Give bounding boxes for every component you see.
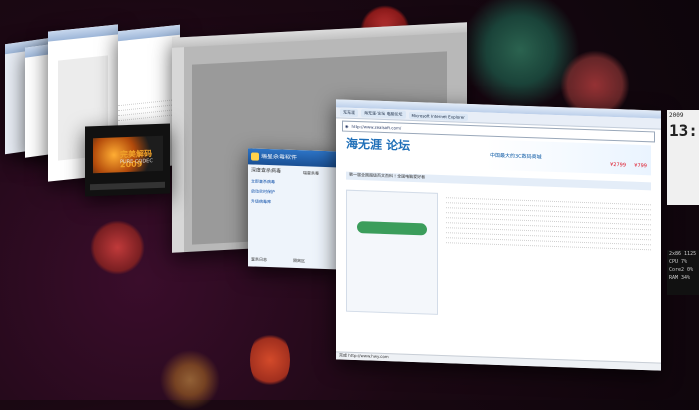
status-text: 完成 http://www.hwy.com bbox=[339, 352, 389, 360]
window-titlebar bbox=[118, 24, 180, 42]
quarantine-link[interactable]: 隔离区 bbox=[293, 258, 305, 264]
sidebar-panel bbox=[346, 189, 438, 315]
globe-icon: ◉ bbox=[345, 123, 349, 129]
status-bar: 完成 http://www.hwy.com bbox=[336, 351, 661, 371]
tools-panel bbox=[172, 47, 184, 253]
banner-price: ¥799 bbox=[634, 162, 647, 170]
panel-title: 瑞星杀毒 bbox=[303, 170, 319, 176]
banner-text: 中国最大的3C数码商城 bbox=[490, 152, 542, 161]
cpu-core2: Core2 0% bbox=[669, 267, 694, 273]
cpu-res: 2x86 1125 bbox=[669, 251, 697, 257]
window-titlebar bbox=[172, 22, 467, 48]
window-media-player[interactable]: 完美解码 2009 PURE CODEC bbox=[85, 123, 170, 197]
tab-forum[interactable]: 海无涯·论坛 电脑论坛 bbox=[361, 109, 406, 119]
promo-badge[interactable] bbox=[357, 221, 427, 236]
clock-year: 2009 bbox=[669, 112, 684, 119]
site-logo[interactable]: 海无涯 论坛 bbox=[346, 135, 466, 167]
player-subtitle: PURE CODEC bbox=[120, 158, 153, 166]
cpu-core1: CPU 7% bbox=[669, 259, 688, 265]
tab-other[interactable]: Microsoft Internet Explorer bbox=[408, 111, 468, 121]
window-titlebar bbox=[48, 24, 118, 42]
player-controls[interactable] bbox=[90, 181, 165, 191]
window-security-app[interactable]: 瑞星杀毒软件 深度查杀病毒 立即查杀病毒 启动实时保护 升级病毒库 瑞星杀毒 查… bbox=[248, 148, 343, 270]
banner-price: ¥2799 bbox=[610, 161, 626, 169]
log-link[interactable]: 查杀日志 bbox=[251, 256, 267, 263]
thread-list bbox=[446, 193, 651, 320]
background-circle bbox=[250, 330, 290, 390]
clock-time: 13: bbox=[669, 121, 698, 140]
window-internet-explorer[interactable]: 无无涯 海无涯·论坛 电脑论坛 Microsoft Internet Explo… bbox=[336, 99, 661, 371]
logo-text: 海无涯 论坛 bbox=[346, 136, 411, 153]
background-swirl bbox=[150, 350, 230, 410]
announcement-text: 第一届全国超级百文百科 ! 全国电脑爱好者 bbox=[349, 171, 426, 180]
sidebar-gadget-cpu[interactable]: 2x86 1125 CPU 7% Core2 0% RAM 34% bbox=[667, 250, 699, 295]
tab-home[interactable]: 无无涯 bbox=[340, 108, 358, 118]
ram-usage: RAM 34% bbox=[669, 275, 691, 281]
address-text: http://www.zealsoft.com/ bbox=[351, 123, 402, 131]
security-title: 瑞星杀毒软件 bbox=[261, 153, 298, 162]
announcement-bar: 第一届全国超级百文百科 ! 全国电脑爱好者 bbox=[346, 171, 651, 191]
background-circle bbox=[90, 220, 145, 275]
sidebar-gadget-clock[interactable]: 2009 13: bbox=[667, 110, 699, 205]
update-button[interactable]: 升级病毒库 bbox=[248, 196, 343, 209]
shield-icon bbox=[251, 152, 259, 161]
banner-ad[interactable]: 中国最大的3C数码商城 ¥2799 ¥799 bbox=[486, 139, 651, 176]
